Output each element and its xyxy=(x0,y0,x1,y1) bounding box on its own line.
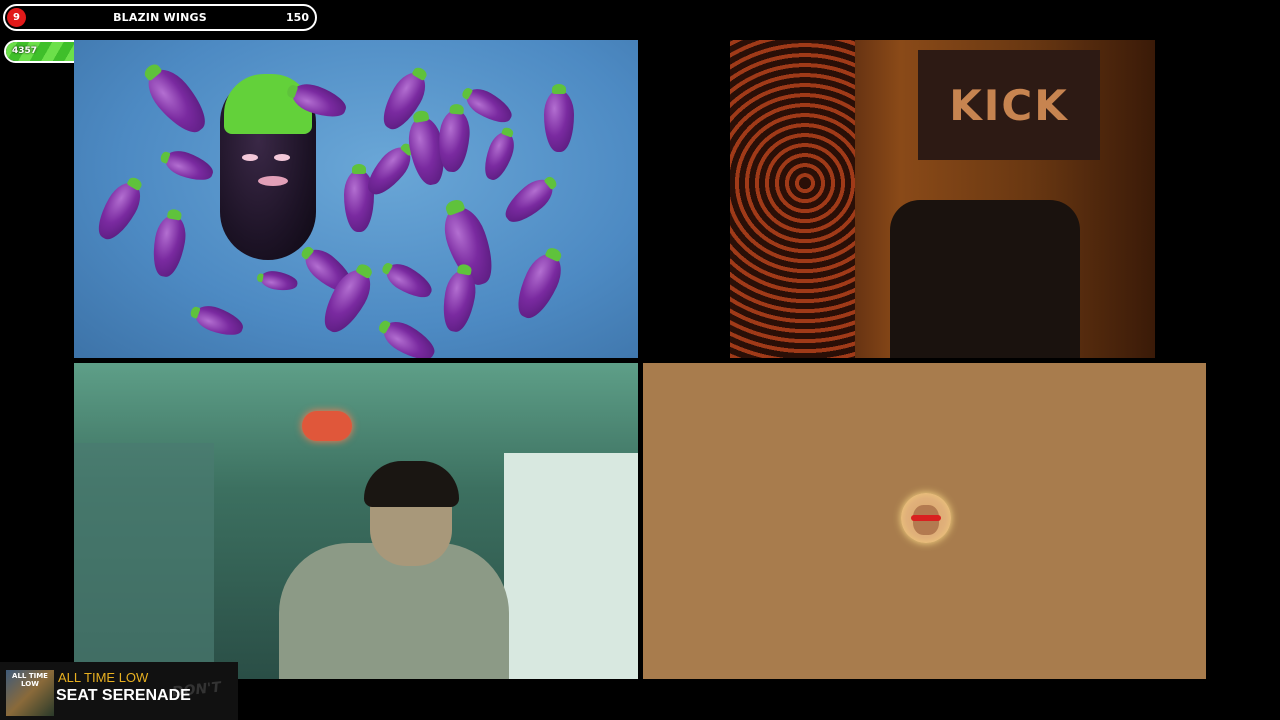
album-art-text: ALL TIME LOW xyxy=(12,672,48,688)
goal-label: BLAZIN WINGS xyxy=(113,11,207,24)
eggplant-icon xyxy=(381,258,437,304)
tapestry-decor xyxy=(730,40,855,358)
eggplant-icon xyxy=(139,60,215,142)
poster-wall xyxy=(504,453,638,679)
user-avatar-icon xyxy=(901,493,951,543)
streamer-hair xyxy=(364,461,459,507)
eggplant-eye xyxy=(242,154,258,161)
eggplant-icon xyxy=(148,212,190,280)
collectibles-shelf xyxy=(74,443,214,679)
eggplant-icon xyxy=(438,267,480,335)
now-playing-widget: ALL TIME LOW DON'T ALL TIME LOW SEAT SER… xyxy=(0,662,238,720)
eggplant-icon xyxy=(90,176,148,246)
eggplant-icon xyxy=(378,315,440,358)
goal-bar-blazin-wings: 9 BLAZIN WINGS 150 xyxy=(3,4,317,31)
eggplant-icon xyxy=(436,108,472,174)
video-panel-room-camera: KICK xyxy=(730,40,1155,358)
kick-banner: KICK xyxy=(918,50,1100,160)
eggplant-icon xyxy=(544,84,574,152)
video-panel-streamer-webcam xyxy=(74,363,638,679)
eggplant-icon xyxy=(509,248,569,324)
avatar-headband xyxy=(911,515,941,521)
eggplant-eye xyxy=(274,154,290,161)
neon-cloud-sign xyxy=(302,411,352,441)
eggplant-icon xyxy=(161,146,217,186)
eggplant-icon xyxy=(191,301,247,341)
goal-target: 150 xyxy=(286,11,309,24)
album-art: ALL TIME LOW xyxy=(6,670,54,716)
eggplant-icon xyxy=(479,128,519,184)
eggplant-icon xyxy=(498,172,560,230)
eggplant-mouth xyxy=(258,176,288,186)
eggplant-icon xyxy=(461,83,517,129)
gaming-chair xyxy=(890,200,1080,358)
now-playing-title: SEAT SERENADE xyxy=(56,687,191,704)
video-panel-eggplant-animation xyxy=(74,40,638,358)
now-playing-artist: ALL TIME LOW xyxy=(58,670,149,685)
eggplant-icon xyxy=(259,268,299,294)
video-panel-avatar-placeholder xyxy=(643,363,1206,679)
